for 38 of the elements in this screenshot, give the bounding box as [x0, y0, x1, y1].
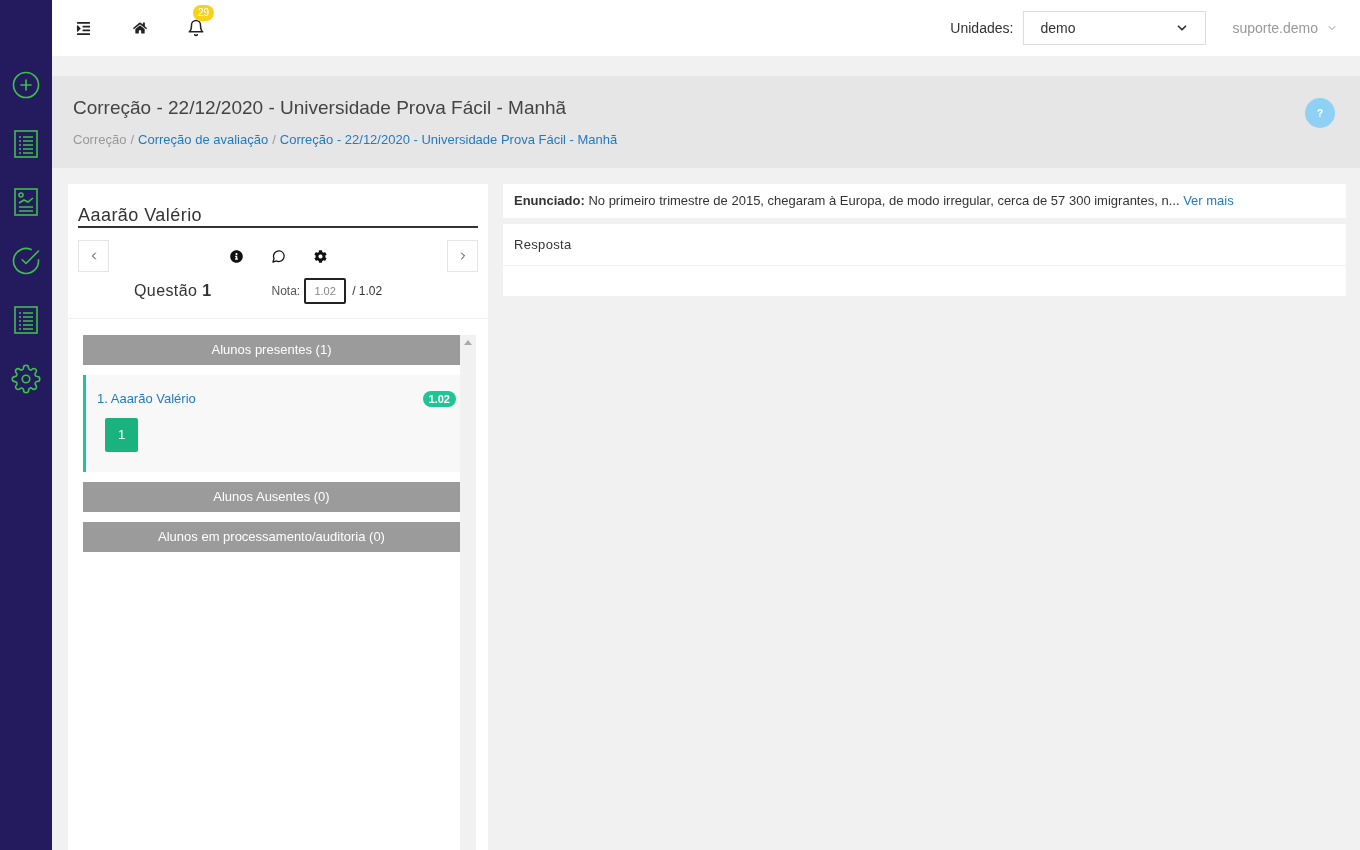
add-icon[interactable] — [11, 70, 41, 100]
student-name: Aaarão Valério — [78, 204, 478, 228]
units-label: Unidades: — [950, 18, 1014, 38]
group-header[interactable]: Alunos em processamento/auditoria (0) — [83, 521, 460, 552]
statement-text: Enunciado: No primeiro trimestre de 2015, chegaram à Europa, de modo irregular, cerca de 57 300 imigrantes, n... Ver mais — [503, 184, 1346, 218]
check-icon[interactable] — [11, 246, 41, 276]
breadcrumb-link[interactable]: Correção de avaliação — [138, 130, 269, 150]
user-menu[interactable]: suporte.demo — [1232, 17, 1338, 39]
student-row[interactable]: 1. Aaarão Valério 1.02 1 — [83, 375, 460, 472]
breadcrumb-separator: / — [272, 131, 276, 149]
menu-icon[interactable] — [76, 20, 91, 36]
answer-label: Resposta — [503, 223, 1346, 266]
question-button[interactable]: 1 — [105, 417, 138, 452]
grade-max: / 1.02 — [352, 283, 383, 300]
question-label: Questão 1 — [134, 281, 212, 301]
grade-label: Nota: — [271, 283, 301, 300]
scrollbar[interactable] — [460, 335, 476, 850]
comment-icon[interactable] — [270, 248, 286, 264]
score-badge: 1.02 — [422, 390, 456, 407]
info-icon[interactable] — [229, 249, 243, 263]
breadcrumb-item: Correção — [73, 131, 127, 149]
breadcrumb-separator: / — [130, 131, 135, 149]
home-icon[interactable] — [133, 21, 147, 35]
list-icon[interactable] — [14, 130, 38, 158]
grade-input[interactable]: 1.02 — [304, 278, 347, 304]
student-link[interactable]: 1. Aaarão Valério — [97, 389, 196, 409]
breadcrumb-link[interactable]: Correção - 22/12/2020 - Universidade Prova Fácil - Manhã — [279, 130, 618, 150]
notification-badge: 29 — [193, 5, 215, 21]
see-more-link[interactable]: Ver mais — [1183, 193, 1234, 208]
list-icon[interactable] — [14, 306, 38, 334]
settings-icon[interactable] — [313, 249, 327, 263]
report-icon[interactable] — [14, 188, 38, 216]
settings-icon[interactable] — [11, 364, 41, 394]
bell-icon[interactable] — [187, 19, 205, 37]
group-header[interactable]: Alunos presentes (1) — [83, 335, 460, 365]
page-title: Correção - 22/12/2020 - Universidade Prova Fácil - Manhã — [73, 96, 568, 120]
units-select[interactable]: demo — [1023, 11, 1207, 45]
group-header[interactable]: Alunos Ausentes (0) — [83, 481, 460, 512]
